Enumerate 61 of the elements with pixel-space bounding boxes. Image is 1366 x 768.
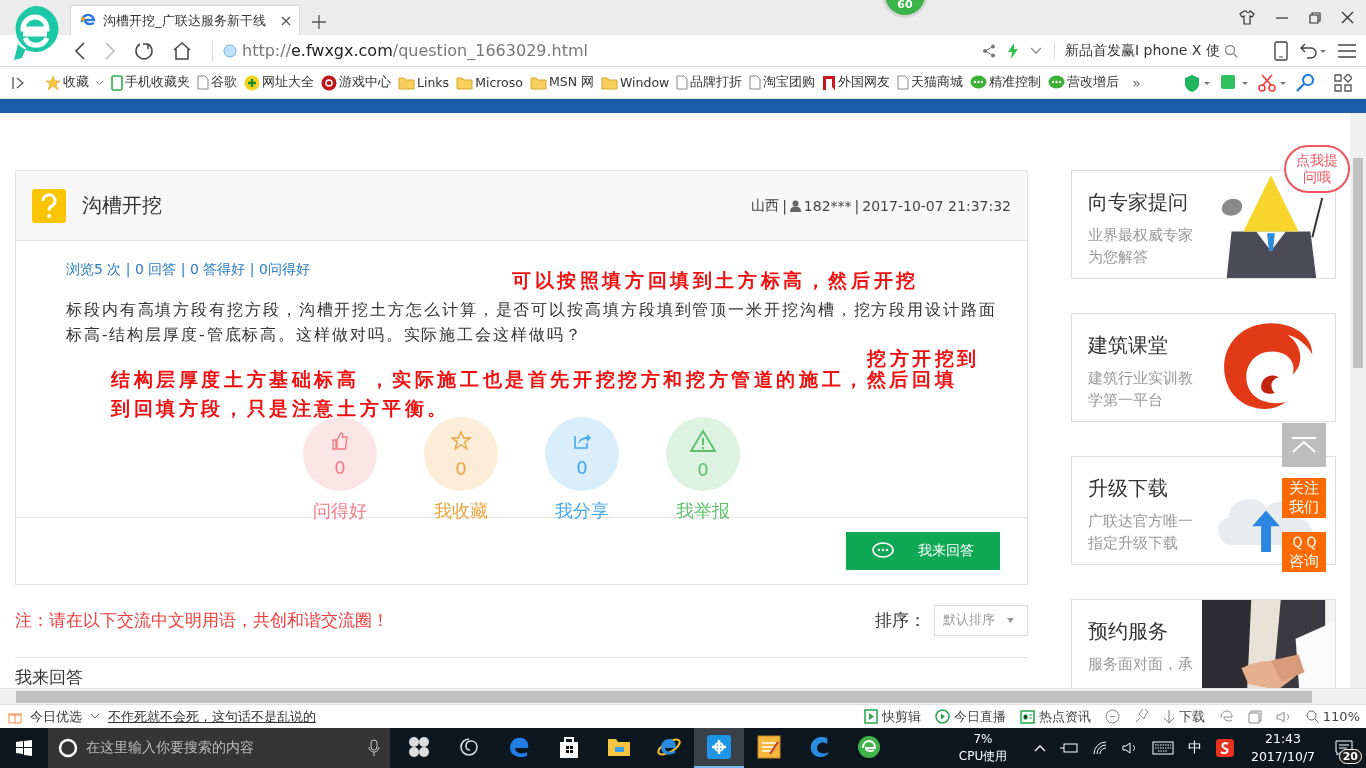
notice-text: 注：请在以下交流中文明用语，共创和谐交流圈！ — [15, 608, 389, 632]
stats-text: 浏览5 次 | 0 回答 | 0 答得好 | 0问得好 — [66, 261, 311, 279]
action-count: 0 — [576, 456, 588, 478]
bookmark-item[interactable]: 游戏中心 — [321, 74, 391, 91]
bookmark-item[interactable]: Microso — [456, 75, 523, 90]
promo-subtitle: 广联达官方唯一指定升级下载 — [1088, 511, 1194, 554]
bookmark-item[interactable]: 天猫商城 — [897, 74, 964, 91]
post-time: 2017-10-07 21:37:32 — [862, 197, 1011, 214]
action-count: 0 — [334, 456, 346, 478]
annotation-text: 挖方开挖到 — [867, 349, 980, 369]
url-text: http://e.fwxgx.com/question_1663029.html — [242, 41, 589, 60]
promo-subtitle: 建筑行业实训教学第一平台 — [1088, 368, 1194, 411]
status-text: 今日优选 — [30, 707, 82, 726]
more-bookmarks[interactable]: » — [1132, 74, 1141, 91]
bookmark-item[interactable]: 手机收藏夹 — [111, 74, 190, 91]
separator: | — [854, 197, 860, 214]
taskbar-search-field[interactable]: 在这里输入你要搜索的内容 — [48, 728, 390, 768]
bookmark-item[interactable]: 营改增后 — [1048, 74, 1120, 91]
notification-button[interactable]: 20 — [1322, 728, 1366, 768]
status-item[interactable]: 今日直播 — [934, 707, 1006, 726]
status-item[interactable]: 快剪辑 — [863, 707, 921, 726]
bookmark-item[interactable]: 收藏 — [45, 74, 104, 91]
promo-subtitle: 业界最权威专家为您解答 — [1088, 225, 1194, 268]
status-item[interactable]: 热点资讯 — [1019, 707, 1091, 726]
question-body: 标段内有高填方段有挖方段，沟槽开挖土方怎么计算，是否可以按高填方段填到管顶一米开挖沟槽，挖方段用设计路面标高-结构层厚度-管底标高。这样做对吗。实际施工会这样做吗？ — [66, 299, 998, 346]
annotation-text: 到回填方段，只是注意土方平衡。 — [111, 399, 450, 419]
bookmark-item[interactable]: 淘宝团购 — [749, 74, 816, 91]
download-button[interactable]: 下载 — [1162, 707, 1205, 726]
address-field[interactable]: http://e.fwxgx.com/question_1663029.html — [212, 39, 962, 62]
promo-subtitle: 服务面对面，承 — [1088, 654, 1194, 675]
user-text: 182*** — [803, 197, 852, 214]
browser-tab[interactable]: 沟槽开挖_广联达服务新干线 — [70, 5, 300, 35]
bookmark-item[interactable]: Window — [601, 75, 670, 90]
news-link[interactable]: 不作死就不会死，这句话不是乱说的 — [108, 707, 316, 726]
zoom-button[interactable]: 110% — [1305, 709, 1360, 724]
bookmark-item[interactable]: 精准控制 — [970, 74, 1042, 91]
promo-title: 预约服务 — [1088, 618, 1169, 645]
section-heading: 我来回答 — [15, 666, 84, 688]
action-count: 0 — [697, 458, 709, 480]
promo-title: 向专家提问 — [1088, 189, 1189, 216]
bookmark-item[interactable]: 外国网友 — [822, 74, 891, 91]
cpu-usage: 7% CPU使用 — [957, 731, 1009, 765]
input-method[interactable]: 中 — [1188, 739, 1202, 757]
location-text: 山西 — [751, 196, 780, 215]
sort-label: 排序： — [875, 608, 926, 632]
promo-title: 建筑课堂 — [1088, 332, 1169, 359]
question-title: 沟槽开挖 — [82, 192, 162, 219]
bookmark-item[interactable]: 谷歌 — [197, 74, 237, 91]
separator: | — [782, 197, 787, 214]
clock[interactable]: 21:43 2017/10/7 — [1248, 730, 1318, 766]
promo-title: 升级下载 — [1088, 475, 1169, 502]
bookmark-item[interactable]: 网址大全 — [244, 74, 314, 91]
annotation-text: 结构层厚度土方基础标高 ，实际施工也是首先开挖挖方和挖方管道的施工，然后回填 — [111, 370, 958, 390]
action-count: 0 — [455, 457, 467, 479]
bookmark-item[interactable]: Links — [398, 75, 450, 90]
promo-card[interactable]: 建筑课堂 建筑行业实训教学第一平台 — [1071, 313, 1336, 422]
speech-bubble[interactable]: 点我提问哦 — [1284, 145, 1350, 193]
annotation-text: 可以按照填方回填到土方标高，然后开挖 — [512, 271, 919, 291]
bookmark-item[interactable]: 品牌打折 — [676, 74, 743, 91]
search-field[interactable]: 新品首发赢I phone X 使 — [1054, 41, 1242, 60]
bookmark-item[interactable]: MSN 网 — [529, 74, 594, 91]
